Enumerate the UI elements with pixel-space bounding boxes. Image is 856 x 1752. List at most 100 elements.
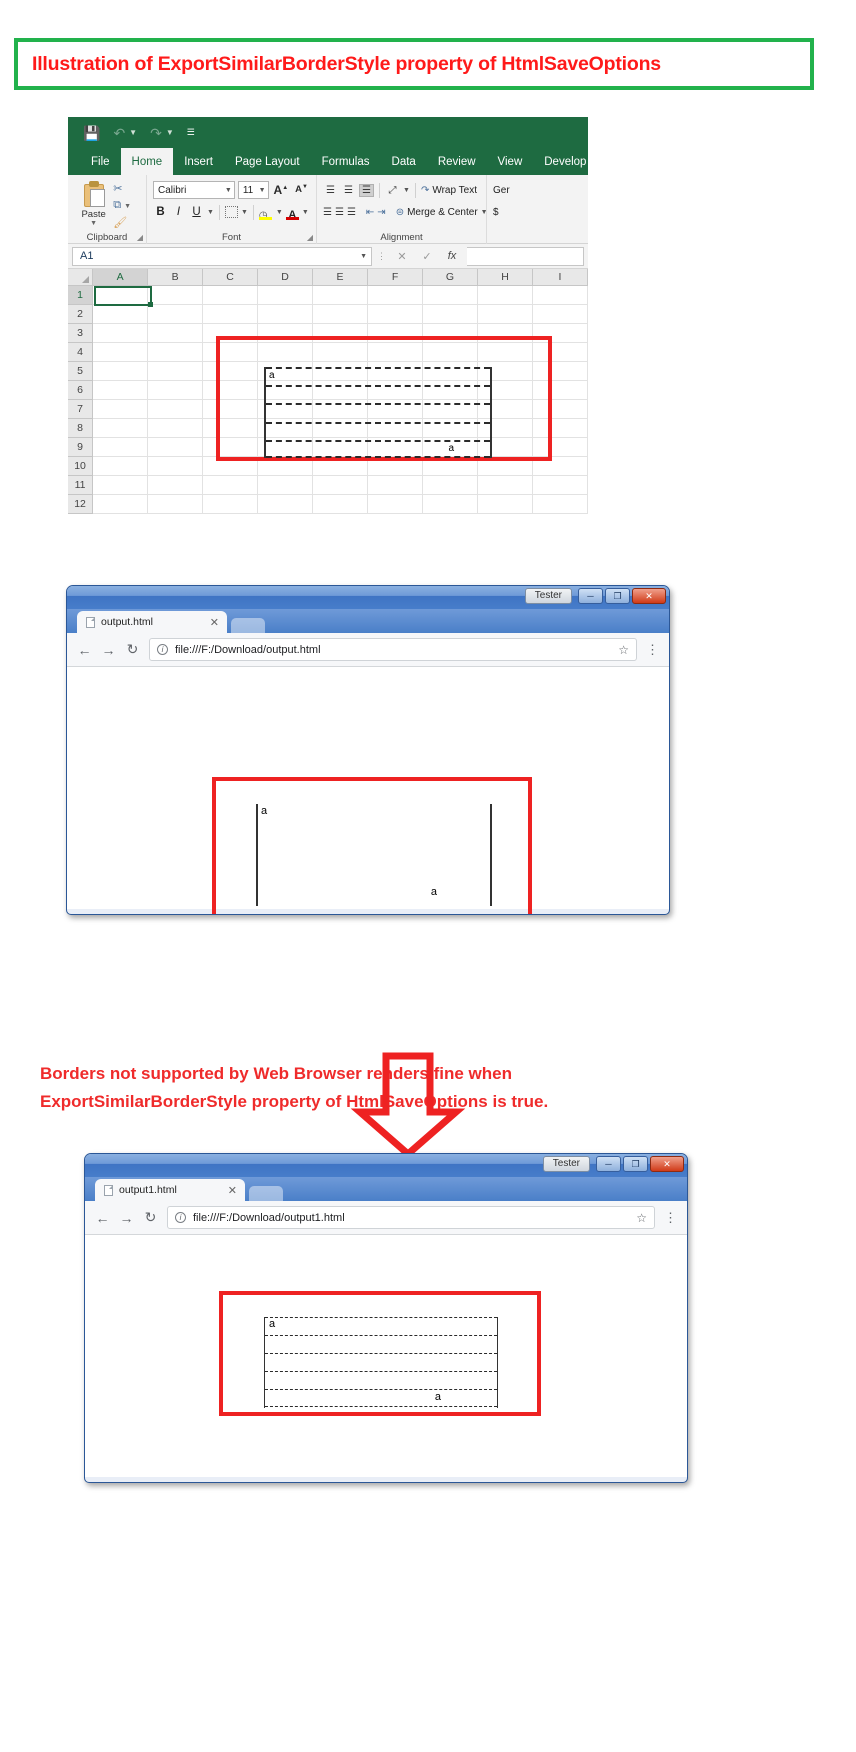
cut-icon[interactable]: ✂ <box>113 182 140 199</box>
browser2-title-bar[interactable]: Tester ─ ❐ ✕ <box>85 1154 687 1177</box>
merge-center-button[interactable]: ⊜ Merge & Center ▼ <box>396 207 488 218</box>
maximize-button[interactable]: ❐ <box>605 588 630 604</box>
grid-cell[interactable] <box>313 305 369 324</box>
row-header-3[interactable]: 3 <box>68 324 94 343</box>
grid-cell[interactable] <box>313 495 369 514</box>
new-tab-button[interactable] <box>249 1186 283 1201</box>
ribbon-tab-view[interactable]: View <box>487 148 534 175</box>
address-bar[interactable]: i file:///F:/Download/output1.html ☆ <box>167 1206 655 1229</box>
browser1-title-bar[interactable]: Tester ─ ❐ ✕ <box>67 586 669 609</box>
orientation-dropdown-icon[interactable]: ▼ <box>403 187 410 194</box>
column-header-h[interactable]: H <box>478 269 533 286</box>
maximize-button[interactable]: ❐ <box>623 1156 648 1172</box>
decrease-indent-icon[interactable]: ⇤ <box>366 207 374 218</box>
cancel-entry-icon[interactable]: ✕ <box>392 250 412 263</box>
grid-cell[interactable] <box>368 305 424 324</box>
close-button[interactable]: ✕ <box>650 1156 684 1172</box>
grid-cell[interactable] <box>93 400 149 419</box>
italic-button[interactable]: I <box>171 206 186 218</box>
font-color-icon[interactable]: A <box>285 205 299 220</box>
grid-cell[interactable] <box>93 419 149 438</box>
fill-color-dropdown-icon[interactable]: ▼ <box>276 209 283 216</box>
orientation-icon[interactable]: ⤢ <box>385 185 400 196</box>
name-box-dropdown-icon[interactable]: ▼ <box>360 253 367 260</box>
grid-cell[interactable] <box>423 305 478 324</box>
minimize-button[interactable]: ─ <box>578 588 603 604</box>
grid-cell[interactable] <box>203 286 259 305</box>
column-header-i[interactable]: I <box>532 269 588 286</box>
grid-cell[interactable] <box>423 286 478 305</box>
grid-cell[interactable] <box>478 476 533 495</box>
increase-indent-icon[interactable]: ⇥ <box>377 207 385 218</box>
minimize-button[interactable]: ─ <box>596 1156 621 1172</box>
align-top-icon[interactable]: ☰ <box>323 185 338 196</box>
clipboard-dialog-launcher-icon[interactable]: ◢ <box>137 233 143 242</box>
grid-cell[interactable] <box>368 495 424 514</box>
close-tab-icon[interactable]: ✕ <box>210 616 219 629</box>
row-header-10[interactable]: 10 <box>68 457 94 476</box>
grid-cell[interactable] <box>148 381 204 400</box>
grid-cell[interactable] <box>203 476 259 495</box>
column-header-d[interactable]: D <box>258 269 314 286</box>
forward-icon[interactable]: → <box>101 642 116 658</box>
grid-cell[interactable] <box>93 495 149 514</box>
customize-qat-icon[interactable]: ☰ <box>187 128 195 137</box>
browser-tab-output[interactable]: output.html ✕ <box>77 611 227 633</box>
underline-button[interactable]: U <box>189 206 204 218</box>
ribbon-tab-developer[interactable]: Develop <box>533 148 588 175</box>
grow-font-icon[interactable]: A▲ <box>272 183 291 197</box>
font-name-input[interactable]: Calibri ▼ <box>153 181 235 199</box>
column-header-f[interactable]: F <box>368 269 424 286</box>
fill-color-icon[interactable]: ◷ <box>258 205 273 221</box>
copy-icon[interactable]: ⧉ ▼ <box>113 199 140 216</box>
row-header-11[interactable]: 11 <box>68 476 94 495</box>
align-right-icon[interactable]: ☰ <box>347 207 356 218</box>
grid-cell[interactable] <box>93 286 149 305</box>
grid-cell[interactable] <box>313 476 369 495</box>
column-header-b[interactable]: B <box>148 269 204 286</box>
row-header-7[interactable]: 7 <box>68 400 94 419</box>
grid-cell[interactable] <box>258 476 314 495</box>
page-info-icon[interactable]: i <box>175 1212 186 1223</box>
grid-cell[interactable] <box>148 438 204 457</box>
column-header-e[interactable]: E <box>313 269 369 286</box>
align-center-icon[interactable]: ☰ <box>335 207 344 218</box>
font-name-dropdown-icon[interactable]: ▼ <box>225 187 232 194</box>
bookmark-star-icon[interactable]: ☆ <box>636 1211 647 1225</box>
page-info-icon[interactable]: i <box>157 644 168 655</box>
grid-cell[interactable] <box>368 286 424 305</box>
grid-cell[interactable] <box>532 495 588 514</box>
font-dialog-launcher-icon[interactable]: ◢ <box>307 233 313 242</box>
row-header-4[interactable]: 4 <box>68 343 94 362</box>
grid-cell[interactable] <box>93 438 149 457</box>
browser-menu-icon[interactable]: ⋮ <box>646 643 659 656</box>
shrink-font-icon[interactable]: A▼ <box>293 184 310 195</box>
undo-icon[interactable]: ↶ <box>113 126 125 140</box>
grid-cell[interactable] <box>423 476 478 495</box>
row-header-1[interactable]: 1 <box>68 286 94 305</box>
grid-cell[interactable] <box>258 286 314 305</box>
redo-dropdown-icon[interactable]: ▼ <box>166 128 174 137</box>
font-size-input[interactable]: 11 ▼ <box>237 181 269 199</box>
grid-cell[interactable] <box>532 305 588 324</box>
grid-cell[interactable] <box>148 476 204 495</box>
row-header-5[interactable]: 5 <box>68 362 94 381</box>
grid-cell[interactable] <box>148 400 204 419</box>
grid-cell[interactable] <box>93 381 149 400</box>
grid-cell[interactable] <box>478 305 533 324</box>
reload-icon[interactable]: ↻ <box>125 641 140 658</box>
ribbon-tab-page-layout[interactable]: Page Layout <box>224 148 311 175</box>
font-color-dropdown-icon[interactable]: ▼ <box>302 209 309 216</box>
row-header-6[interactable]: 6 <box>68 381 94 400</box>
font-size-dropdown-icon[interactable]: ▼ <box>259 187 266 194</box>
grid-cell[interactable] <box>93 343 149 362</box>
ribbon-tab-formulas[interactable]: Formulas <box>311 148 381 175</box>
align-bottom-icon[interactable]: ☰ <box>359 183 374 197</box>
close-tab-icon[interactable]: ✕ <box>228 1184 237 1197</box>
grid-cell[interactable] <box>203 305 259 324</box>
save-icon[interactable]: 💾 <box>83 126 100 140</box>
address-bar[interactable]: i file:///F:/Download/output.html ☆ <box>149 638 637 661</box>
grid-cell[interactable] <box>93 457 149 476</box>
grid-cell[interactable] <box>532 286 588 305</box>
name-box[interactable]: A1 ▼ <box>72 246 372 266</box>
